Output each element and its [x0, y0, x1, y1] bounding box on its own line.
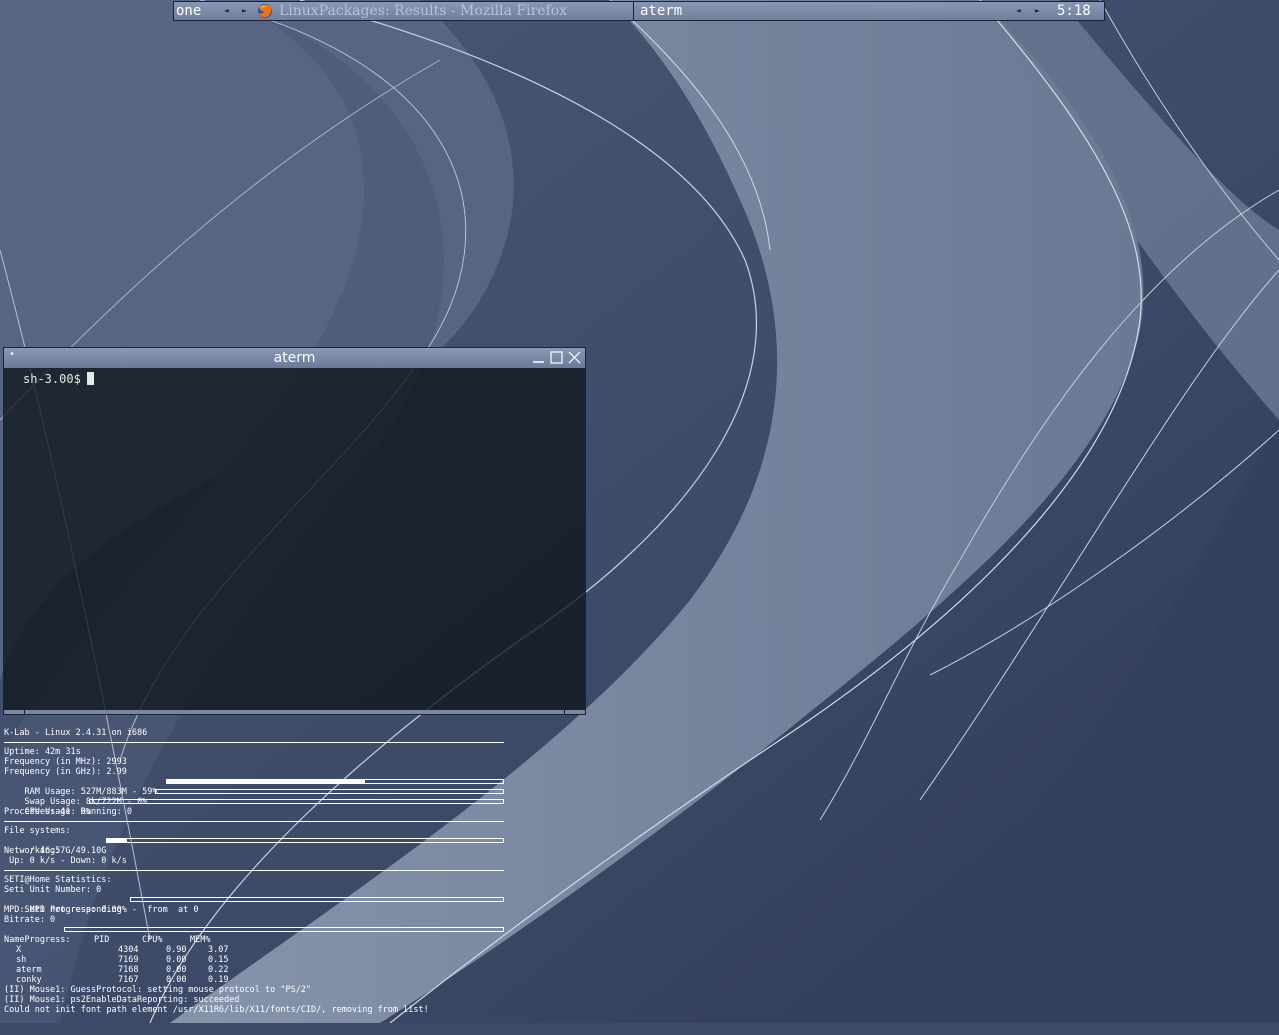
uptime: Uptime: 42m 31s	[4, 747, 81, 757]
col-pid: PID	[94, 935, 110, 945]
mpd-status: MPD: MPD not responding - from at 0	[4, 905, 199, 915]
process-pid: 7169	[118, 955, 139, 965]
ram-usage-bar	[166, 779, 504, 784]
divider	[4, 821, 504, 822]
mpd-progress-bar	[64, 927, 504, 932]
prev-window-button[interactable]: ◄	[1016, 2, 1021, 20]
process-cpu: 0.00	[166, 955, 187, 965]
cpu-usage-row: CPU Usage: 0%	[4, 797, 509, 817]
shell-prompt: sh-3.00$	[23, 372, 81, 386]
next-window-button[interactable]: ►	[1035, 2, 1040, 20]
resize-grip-right[interactable]	[564, 710, 565, 714]
swap-usage-bar	[155, 789, 504, 794]
process-name: sh	[16, 955, 27, 965]
fs-root-fill	[107, 839, 127, 842]
taskbar: one ◄ ► LinuxPackages: Results - Mozilla…	[173, 1, 1105, 21]
col-name: Name	[4, 935, 25, 945]
seti-unit: Seti Unit Number: 0	[4, 885, 102, 895]
col-mem: MEM%	[190, 935, 211, 945]
networking-rates: Up: 0 k/s - Down: 0 k/s	[4, 856, 127, 866]
cpu-usage-bar	[89, 799, 504, 804]
window-menu-button[interactable]: •	[9, 348, 21, 368]
resize-grip-left[interactable]	[24, 710, 25, 714]
minimize-icon[interactable]	[532, 351, 545, 364]
conky-monitor: K-Lab - Linux 2.4.31 on i686 Uptime: 42m…	[4, 728, 509, 1015]
process-cpu: 0.00	[166, 975, 187, 985]
process-name: conky	[16, 975, 42, 985]
process-mem: 0.19	[208, 975, 229, 985]
process-mem: 0.15	[208, 955, 229, 965]
process-row: aterm 7168 0.00 0.22	[4, 965, 509, 975]
fs-root-bar	[106, 838, 504, 843]
mpd-progress-row: Progress:	[4, 925, 509, 945]
close-icon[interactable]	[568, 351, 581, 364]
fs-root-row: / 46.57G/49.10G	[4, 836, 509, 856]
networking-title: Networking:	[4, 846, 61, 856]
process-cpu: 0.90	[166, 945, 187, 955]
filesystems-title: File systems:	[4, 826, 71, 836]
process-name: X	[16, 945, 22, 955]
frequency-mhz: Frequency (in MHz): 2993	[4, 757, 127, 767]
aterm-window[interactable]: • aterm sh-3.00$	[3, 347, 586, 715]
process-mem: 3.07	[208, 945, 229, 955]
mpd-bitrate: Bitrate: 0	[4, 915, 56, 925]
window-bottom-border[interactable]	[4, 710, 585, 714]
taskbar-item-aterm[interactable]: aterm	[640, 2, 682, 20]
firefox-icon	[258, 4, 272, 18]
window-titlebar[interactable]: • aterm	[4, 348, 585, 369]
process-cpu: 0.00	[166, 965, 187, 975]
process-pid: 4304	[118, 945, 139, 955]
divider	[4, 870, 504, 871]
log-line: (II) Mouse1: GuessProtocol: setting mous…	[4, 985, 312, 995]
taskbar-item-firefox[interactable]: LinuxPackages: Results - Mozilla Firefox	[279, 2, 567, 20]
seti-progress-row: Seti Progress: 0.00%	[4, 895, 509, 915]
process-name: aterm	[16, 965, 42, 975]
seti-title: SETI@Home Statistics:	[4, 875, 112, 885]
maximize-icon[interactable]	[550, 351, 563, 364]
next-desktop-button[interactable]: ►	[242, 2, 247, 20]
text-cursor	[87, 372, 94, 385]
swap-usage-row: Swap Usage: 8k/722M - 0%	[4, 787, 509, 807]
divider	[4, 742, 504, 743]
process-pid: 7167	[118, 975, 139, 985]
desktop-name[interactable]: one	[176, 2, 201, 20]
log-line: Could not init font path element /usr/X1…	[4, 1005, 429, 1015]
process-mem: 0.22	[208, 965, 229, 975]
process-row: X 4304 0.90 3.07	[4, 945, 509, 955]
taskbar-divider	[633, 2, 634, 20]
clock: 5:18	[1057, 3, 1091, 19]
process-pid: 7168	[118, 965, 139, 975]
ram-usage-fill	[167, 780, 366, 783]
process-table-header: Name PID CPU% MEM%	[4, 935, 509, 945]
terminal-area[interactable]: sh-3.00$	[4, 369, 585, 710]
prev-desktop-button[interactable]: ◄	[224, 2, 229, 20]
seti-progress-bar	[130, 897, 504, 902]
processes-count: Processes: 41 Running: 0	[4, 807, 132, 817]
log-line: (II) Mouse1: ps2EnableDataReporting: suc…	[4, 995, 240, 1005]
process-row: conky 7167 0.00 0.19	[4, 975, 509, 985]
process-row: sh 7169 0.00 0.15	[4, 955, 509, 965]
ram-usage-row: RAM Usage: 527M/883M - 59%	[4, 777, 509, 797]
system-header: K-Lab - Linux 2.4.31 on i686	[4, 728, 148, 738]
col-cpu: CPU%	[142, 935, 163, 945]
window-title: aterm	[273, 350, 316, 366]
frequency-ghz: Frequency (in GHz): 2.99	[4, 767, 127, 777]
